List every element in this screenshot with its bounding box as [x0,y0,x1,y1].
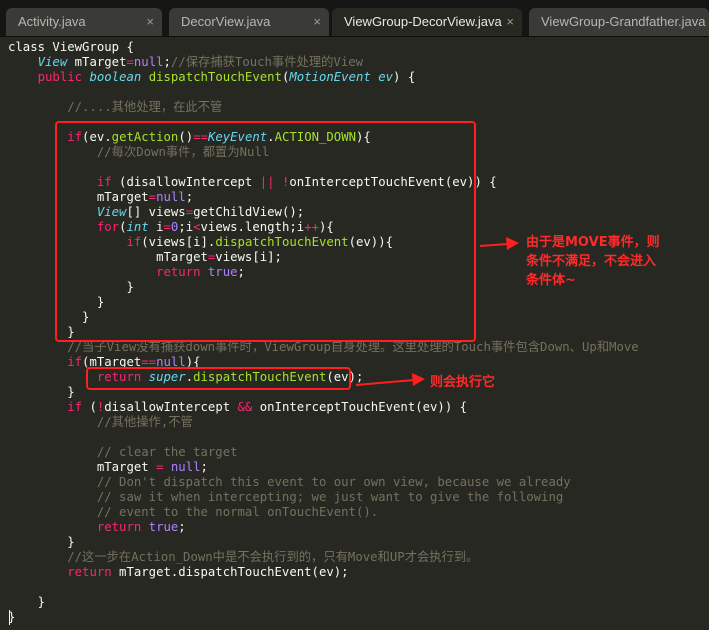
tab-decorview-java[interactable]: DecorView.java × [169,8,329,36]
code-token: //当子View没有捕获down事件时，ViewGroup自身处理。这里处理的T… [67,340,639,354]
code-token: ) { [393,70,416,84]
code-token: ; [200,460,208,474]
code-token: = [126,55,134,69]
code-line: View mTarget=null;//保存捕获Touch事件处理的View [8,55,363,70]
code-line: if (!disallowIntercept && onInterceptTou… [8,400,467,415]
code-token: boolean [89,70,142,84]
code-token: null [133,55,164,69]
annotation-note-move-event: 由于是MOVE事件，则 条件不满足，不会进入 条件体~ [526,235,660,288]
highlight-box-action-down-block [55,121,476,342]
code-line: // saw it when intercepting; we just wan… [8,490,563,505]
code-token: //....其他处理，在此不管 [67,100,223,114]
code-line: // clear the target [8,445,238,460]
tab-label: ViewGroup-Grandfather.java [541,14,706,29]
close-icon[interactable]: × [146,8,154,36]
code-line: } [8,385,75,400]
code-token: } [8,595,46,609]
code-line: } [8,535,75,550]
code-token: View [37,55,68,69]
code-line: } [8,595,45,610]
code-token: null [170,460,201,474]
code-token: ; [163,55,171,69]
close-icon[interactable]: × [313,8,321,36]
tab-bar: Activity.java × DecorView.java × ViewGro… [0,0,709,37]
code-token: return [67,565,112,579]
annotation-note-will-execute: 则会执行它 [430,375,496,390]
tab-label: DecorView.java [181,14,271,29]
code-token: if [67,400,83,414]
code-token: ; [178,520,186,534]
code-token: disallowIntercept [104,400,238,414]
code-line: //其他操作,不管 [8,415,193,430]
tab-viewgroup-grandfather-java[interactable]: ViewGroup-Grandfather.java [529,8,709,36]
code-token: onInterceptTouchEvent(ev)) { [252,400,468,414]
code-line: // event to the normal onTouchEvent(). [8,505,378,520]
code-editor[interactable]: } } return mTarget.dispatchTouchEvent(ev… [0,36,709,630]
code-line: // Don't dispatch this event to our own … [8,475,571,490]
code-token: ( [82,400,97,414]
arrow-to-note-2 [355,373,425,386]
code-token: mTarget [67,55,127,69]
code-token: if [67,355,83,369]
code-token: class ViewGroup { [8,40,134,54]
arrow-to-note-1 [479,237,519,250]
code-line: return true; [8,520,186,535]
code-token: return [96,520,142,534]
text-cursor [9,610,10,625]
highlight-box-super-dispatch [86,367,351,390]
code-token: mTarget [8,460,157,474]
tab-viewgroup-decorview-java[interactable]: ViewGroup-DecorView.java × [332,8,522,36]
code-token: ev [378,70,394,84]
code-token: // Don't dispatch this event to our own … [96,475,571,489]
code-line: //....其他处理，在此不管 [8,100,222,115]
code-token: } [8,535,75,549]
code-token: dispatchTouchEvent [148,70,282,84]
tab-label: ViewGroup-DecorView.java [344,14,502,29]
close-icon[interactable]: × [506,8,514,36]
code-token: } [8,385,75,399]
code-token: //其他操作,不管 [96,415,193,429]
code-token: && [237,400,253,414]
code-line: return mTarget.dispatchTouchEvent(ev); [8,565,349,580]
code-line: //当子View没有捕获down事件时，ViewGroup自身处理。这里处理的T… [8,340,639,355]
code-line: mTarget = null; [8,460,208,475]
tab-label: Activity.java [18,14,86,29]
code-token: true [148,520,179,534]
code-token: MotionEvent [289,70,371,84]
code-token: //保存捕获Touch事件处理的View [170,55,364,69]
code-line: //这一步在Action_Down中是不会执行到的，只有Move和UP才会执行到… [8,550,478,565]
code-token: // saw it when intercepting; we just wan… [96,490,564,504]
code-line: public boolean dispatchTouchEvent(Motion… [8,70,416,85]
code-token: // event to the normal onTouchEvent(). [96,505,379,519]
code-token: //这一步在Action_Down中是不会执行到的，只有Move和UP才会执行到… [67,550,479,564]
code-token: mTarget.dispatchTouchEvent(ev); [111,565,349,579]
tab-activity-java[interactable]: Activity.java × [6,8,162,36]
code-token: // clear the target [96,445,238,459]
code-token: public [37,70,83,84]
code-line: class ViewGroup { [8,40,134,55]
